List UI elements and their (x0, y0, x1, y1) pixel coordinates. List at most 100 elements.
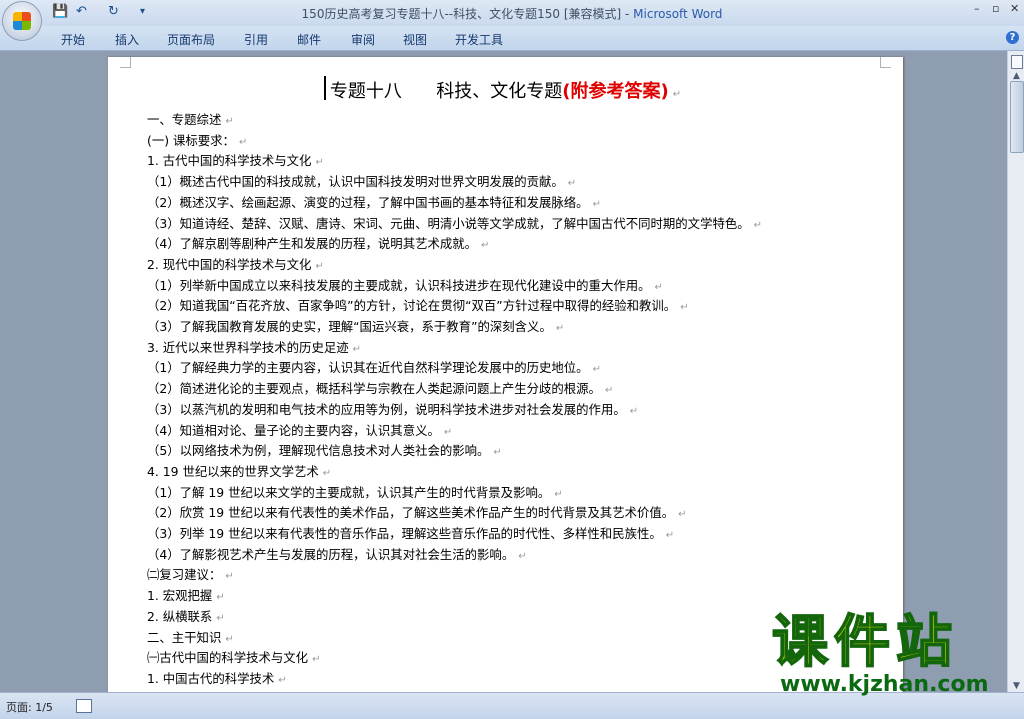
close-button[interactable]: ✕ (1010, 2, 1019, 15)
language-check-icon[interactable] (76, 699, 92, 713)
minimize-button[interactable]: – (974, 2, 980, 15)
document-line: （2）概述汉字、绘画起源、演变的过程，了解中国书画的基本特征和发展脉络。 ↵ (147, 195, 601, 213)
paragraph-mark-icon: ↵ (680, 302, 689, 314)
paragraph-mark-icon: ↵ (225, 633, 234, 645)
page-count-status[interactable]: 页面: 1/5 (6, 699, 53, 715)
document-line: （5）以网络技术为例，理解现代信息技术对人类社会的影响。 ↵ (147, 443, 502, 461)
tab-home[interactable]: 开始 (61, 31, 85, 48)
line-text: （2）概述汉字、绘画起源、演变的过程，了解中国书画的基本特征和发展脉络。 (147, 194, 589, 210)
document-line: （3）了解我国教育发展的史实，理解“国运兴衰，系于教育”的深刻含义。 ↵ (147, 319, 564, 337)
title-main: 专题十八 科技、文化专题 (329, 81, 563, 102)
scroll-down-icon[interactable]: ▼ (1010, 681, 1023, 691)
paragraph-mark-icon: ↵ (352, 343, 362, 355)
line-text: （4）了解影视艺术产生与发展的历程，认识其对社会生活的影响。 (147, 546, 515, 562)
line-text: ㈠古代中国的科学技术与文化 (147, 650, 309, 666)
document-line: （2）欣赏 19 世纪以来有代表性的美术作品，了解这些美术作品产生的时代背景及其… (147, 505, 687, 523)
document-area[interactable]: 专题十八 科技、文化专题(附参考答案) ↵ 一、专题综述 ↵ (一) 课标要求： ↵ 1.… (0, 51, 1007, 692)
tab-mailings[interactable]: 邮件 (297, 31, 321, 48)
paragraph-mark-icon: ↵ (225, 116, 234, 127)
help-icon[interactable]: ? (1006, 31, 1019, 44)
line-text: (一) 课标要求： (147, 132, 235, 148)
paragraph-mark-icon: ↵ (678, 509, 687, 521)
line-text: 2. 纵横联系 (147, 608, 213, 624)
paragraph-mark-icon: ↵ (665, 530, 675, 541)
tab-review[interactable]: 审阅 (351, 31, 375, 48)
document-page[interactable]: 专题十八 科技、文化专题(附参考答案) ↵ 一、专题综述 ↵ (一) 课标要求： ↵ 1.… (108, 57, 903, 692)
office-button[interactable] (3, 2, 41, 40)
watermark-logo: 课件站 (771, 609, 958, 675)
restore-button[interactable]: ▫ (992, 2, 999, 15)
paragraph-mark-icon: ↵ (481, 240, 490, 252)
tab-insert[interactable]: 插入 (115, 31, 139, 48)
paragraph-mark-icon: ↵ (238, 136, 248, 148)
document-line: 二、主干知识 ↵ (147, 630, 234, 648)
document-line: （1）了解 19 世纪以来文学的主要成就，认识其产生的时代背景及影响。 ↵ (147, 485, 563, 503)
line-text: 2. 现代中国的科学技术与文化 (147, 256, 312, 272)
paragraph-mark-icon: ↵ (278, 674, 287, 686)
tab-references[interactable]: 引用 (244, 31, 268, 48)
line-text: 1. 宏观把握 (147, 588, 213, 604)
document-line: （2）简述进化论的主要观点，概括科学与宗教在人类起源问题上产生分歧的根源。 ↵ (147, 381, 613, 399)
line-text: 1. 古代中国的科学技术与文化 (147, 153, 312, 169)
line-text: （3）以蒸汽机的发明和电气技术的应用等为例，说明科学技术进步对社会发展的作用。 (147, 401, 626, 417)
app-name: Microsoft Word (633, 7, 723, 21)
paragraph-mark-icon: ↵ (216, 592, 225, 604)
tab-view[interactable]: 视图 (403, 31, 427, 48)
paragraph-mark-icon: ↵ (225, 571, 234, 583)
tab-page-layout[interactable]: 页面布局 (167, 31, 215, 48)
paragraph-mark-icon: ↵ (555, 323, 565, 334)
paragraph-mark-icon: ↵ (567, 178, 577, 190)
paragraph-mark-icon: ↵ (672, 89, 682, 100)
document-line: （3）知道诗经、楚辞、汉赋、唐诗、宋词、元曲、明清小说等文学成就，了解中国古代不… (147, 216, 762, 234)
scroll-thumb[interactable] (1010, 81, 1024, 153)
document-title: 专题十八 科技、文化专题(附参考答案) ↵ (108, 77, 903, 103)
line-text: 一、专题综述 (147, 112, 222, 127)
document-line: （2）知道我国“百花齐放、百家争鸣”的方针，讨论在贯彻“双百”方针过程中取得的经… (147, 298, 689, 316)
document-line: 1. 古代中国的科学技术与文化 ↵ (147, 153, 324, 171)
paragraph-mark-icon: ↵ (554, 488, 563, 500)
line-text: （2）欣赏 19 世纪以来有代表性的美术作品，了解这些美术作品产生的时代背景及其… (147, 505, 675, 521)
line-text: （4）知道相对论、量子论的主要内容，认识其意义。 (147, 422, 440, 438)
line-text: （2）知道我国“百花齐放、百家争鸣”的方针，讨论在贯彻“双百”方针过程中取得的经… (147, 298, 677, 314)
paragraph-mark-icon: ↵ (216, 612, 225, 624)
paragraph-mark-icon: ↵ (604, 385, 614, 397)
window-title: 150历史高考复习专题十八--科技、文化专题150 [兼容模式] - Micro… (0, 5, 1024, 22)
watermark-url: www.kjzhan.com (780, 672, 989, 697)
ribbon-tabs: 开始 插入 页面布局 引用 邮件 审阅 视图 开发工具 ? (0, 26, 1024, 51)
title-answer-note: (附参考答案) (562, 81, 669, 102)
crop-mark (880, 57, 891, 68)
line-text: （1）概述古代中国的科技成就，认识中国科技发明对世界文明发展的贡献。 (147, 174, 564, 190)
document-line: （1）了解经典力学的主要内容，认识其在近代自然科学理论发展中的历史地位。 ↵ (147, 360, 601, 378)
document-line: 2. 现代中国的科学技术与文化 ↵ (147, 257, 324, 275)
line-text: （3）了解我国教育发展的史实，理解“国运兴衰，系于教育”的深刻含义。 (147, 319, 552, 334)
document-line: （1）列举新中国成立以来科技发展的主要成就，认识科技进步在现代化建设中的重大作用… (147, 278, 663, 296)
document-line: 一、专题综述 ↵ (147, 112, 234, 130)
line-text: （1）列举新中国成立以来科技发展的主要成就，认识科技进步在现代化建设中的重大作用… (147, 277, 651, 293)
document-line: ㈡复习建议： ↵ (147, 567, 234, 585)
vertical-scrollbar[interactable]: ▲ ▼ (1007, 51, 1024, 692)
document-line: （4）了解影视艺术产生与发展的历程，认识其对社会生活的影响。 ↵ (147, 547, 527, 565)
paragraph-mark-icon: ↵ (312, 654, 321, 666)
line-text: （3）列举 19 世纪以来有代表性的音乐作品，理解这些音乐作品的时代性、多样性和… (147, 526, 662, 541)
line-text: （1）了解 19 世纪以来文学的主要成就，认识其产生的时代背景及影响。 (147, 484, 551, 500)
view-ruler-icon[interactable] (1011, 55, 1023, 69)
paragraph-mark-icon: ↵ (315, 157, 324, 169)
title-bar: 💾 ↶ ↻ ▾ 150历史高考复习专题十八--科技、文化专题150 [兼容模式]… (0, 0, 1024, 40)
line-text: 二、主干知识 (147, 629, 222, 645)
document-line: （3）以蒸汽机的发明和电气技术的应用等为例，说明科学技术进步对社会发展的作用。 ↵ (147, 402, 638, 420)
paragraph-mark-icon: ↵ (443, 426, 453, 438)
line-text: （2）简述进化论的主要观点，概括科学与宗教在人类起源问题上产生分歧的根源。 (147, 381, 601, 397)
paragraph-mark-icon: ↵ (493, 447, 502, 459)
paragraph-mark-icon: ↵ (322, 467, 332, 479)
document-line: 4. 19 世纪以来的世界文学艺术 ↵ (147, 464, 331, 482)
line-text: 3. 近代以来世界科学技术的历史足迹 (147, 339, 349, 355)
document-name: 150历史高考复习专题十八--科技、文化专题150 [兼容模式] - (301, 7, 634, 21)
document-line: （4）了解京剧等剧种产生和发展的历程，说明其艺术成就。 ↵ (147, 236, 489, 254)
document-line: （3）列举 19 世纪以来有代表性的音乐作品，理解这些音乐作品的时代性、多样性和… (147, 526, 674, 544)
document-line: （4）知道相对论、量子论的主要内容，认识其意义。 ↵ (147, 423, 452, 441)
tab-developer[interactable]: 开发工具 (455, 31, 503, 48)
document-line: 3. 近代以来世界科学技术的历史足迹 ↵ (147, 340, 361, 358)
office-logo-icon (13, 12, 31, 30)
scroll-up-icon[interactable]: ▲ (1010, 71, 1023, 81)
document-line: 1. 宏观把握 ↵ (147, 588, 225, 606)
